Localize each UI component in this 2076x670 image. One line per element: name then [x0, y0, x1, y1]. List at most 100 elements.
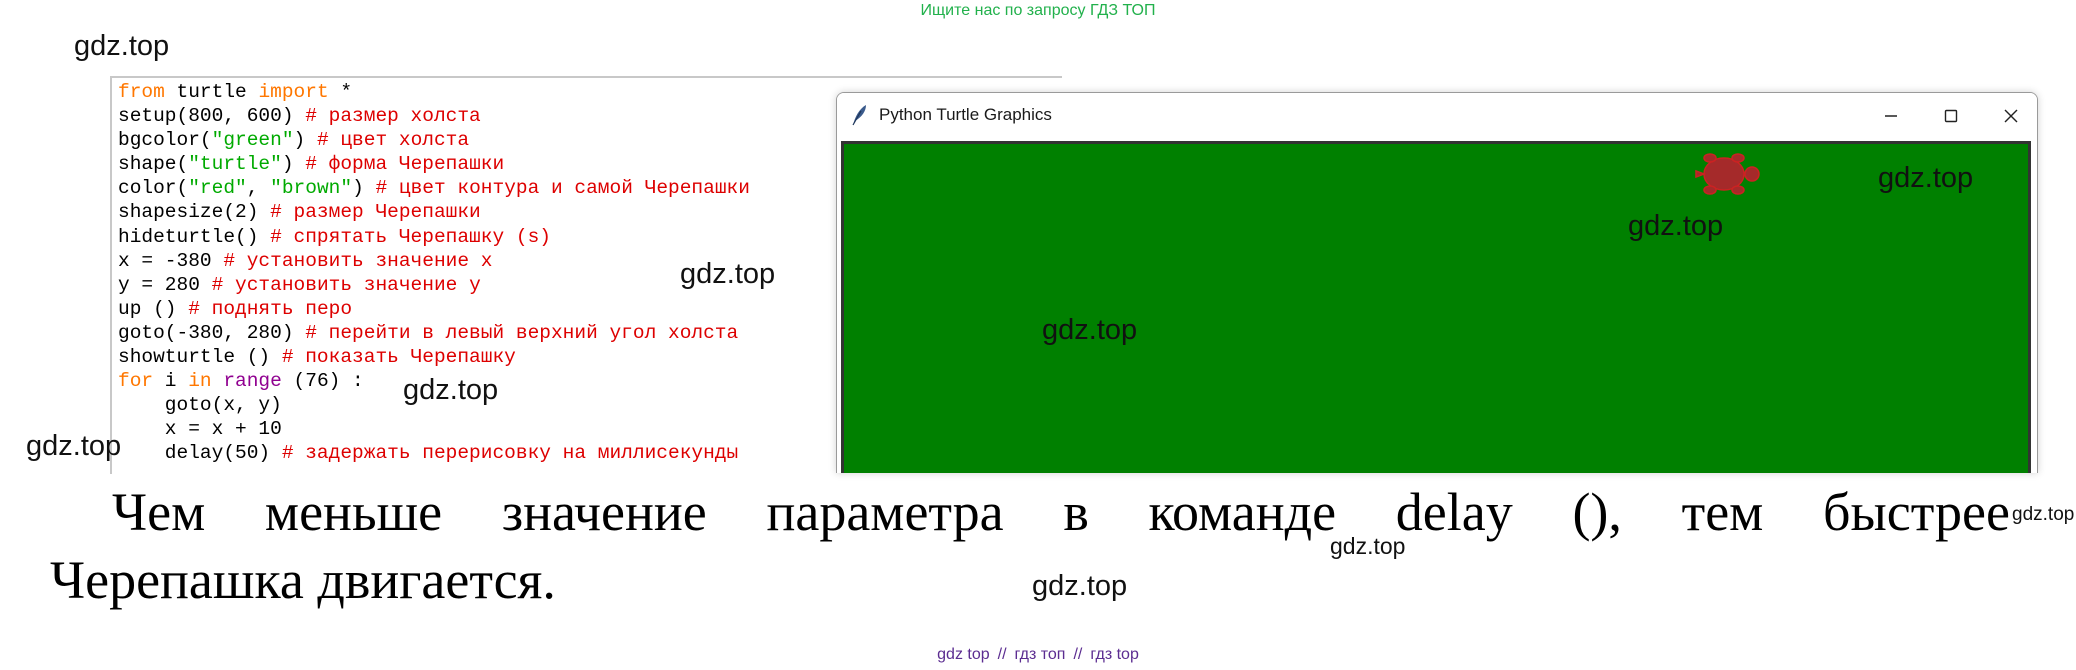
watermark: gdz.top: [1878, 162, 1974, 194]
answer-word: тем: [1681, 482, 1764, 542]
window-title: Python Turtle Graphics: [879, 105, 1052, 124]
footer-link[interactable]: гдз топ: [1015, 646, 1066, 663]
turtle-canvas[interactable]: [841, 141, 2031, 473]
code-line: setup(800, 600) # размер холста: [118, 104, 750, 128]
code-token: # цвет холста: [316, 129, 470, 152]
code-line: shapesize(2) # размер Черепашки: [118, 200, 750, 224]
code-token: goto(x, y): [118, 394, 282, 417]
code-token: # установить значение x: [223, 249, 493, 272]
close-button[interactable]: [1991, 101, 2031, 131]
code-token: x = -380: [118, 249, 224, 272]
answer-word: параметра: [766, 482, 1004, 542]
code-token: import: [258, 81, 329, 103]
code-token: in: [188, 370, 212, 393]
code-line: color("red", "brown") # цвет контура и с…: [118, 176, 750, 200]
turtle-graphics-window: Python Turtle Graphics: [836, 92, 2038, 473]
code-token: # спрятать Черепашку (s): [270, 225, 551, 248]
watermark: gdz.top: [1330, 533, 1406, 559]
code-token: shapesize(2): [118, 201, 271, 224]
watermark: gdz.top: [1032, 570, 1128, 602]
code-token: (76) :: [281, 370, 364, 393]
answer-word: (),: [1572, 482, 1622, 542]
code-line: y = 280 # установить значение y: [118, 273, 750, 297]
code-line: bgcolor("green") # цвет холста: [118, 128, 750, 152]
footer-separator: //: [1073, 646, 1083, 663]
code-token: ): [281, 153, 306, 176]
answer-word: delay: [1395, 482, 1513, 542]
code-line: up () # поднять перо: [118, 297, 750, 321]
code-token: up (): [118, 297, 189, 320]
code-token: from: [118, 81, 165, 103]
code-token: # размер холста: [305, 105, 481, 128]
maximize-icon: [1944, 109, 1958, 123]
code-token: # задержать перерисовку на миллисекунды: [281, 442, 739, 465]
code-token: ): [352, 177, 376, 200]
code-token: *: [328, 81, 353, 103]
code-token: # показать Черепашку: [281, 346, 516, 369]
answer-text: Чем меньше значение параметра в команде delay (…: [50, 478, 2010, 614]
code-token: # установить значение y: [211, 273, 481, 296]
code-token: i: [153, 370, 189, 393]
answer-word: быстрее: [1823, 482, 2010, 542]
answer-word: значение: [501, 482, 707, 542]
code-token: # размер Черепашки: [270, 201, 481, 224]
code-token: showturtle (): [118, 346, 282, 369]
code-token: "brown": [270, 177, 353, 200]
code-token: # цвет контура и самой Черепашки: [375, 177, 750, 200]
code-token: "green": [211, 129, 294, 152]
footer-link[interactable]: гдз top: [1090, 646, 1138, 663]
code-line: shape("turtle") # форма Черепашки: [118, 152, 750, 176]
code-token: for: [118, 370, 154, 393]
code-token: setup(800, 600): [118, 105, 306, 128]
code-line: showturtle () # показать Черепашку: [118, 345, 750, 369]
code-token: bgcolor(: [118, 129, 212, 152]
code-token: delay(50): [118, 442, 282, 465]
close-icon: [2004, 109, 2018, 123]
code-token: "turtle": [188, 153, 282, 176]
code-line: from turtle import *: [118, 80, 750, 104]
code-token: range: [223, 370, 282, 393]
answer-word: команде: [1148, 482, 1337, 542]
minimize-button[interactable]: [1871, 101, 1911, 131]
answer-word: Чем: [112, 482, 206, 542]
code-token: # поднять перо: [188, 297, 353, 320]
window-titlebar[interactable]: Python Turtle Graphics: [837, 93, 2037, 139]
top-banner: Ищите нас по запросу ГДЗ ТОП: [920, 2, 1156, 19]
minimize-icon: [1885, 115, 1897, 117]
code-token: ,: [246, 177, 271, 200]
code-token: goto(-380, 280): [118, 321, 306, 344]
turtle-icon: [1695, 153, 1760, 195]
watermark: gdz.top: [403, 374, 499, 406]
watermark: gdz.top: [680, 258, 776, 290]
footer-links: gdz top // гдз топ // гдз top: [0, 646, 2076, 664]
code-token: # форма Черепашки: [305, 153, 505, 176]
code-line: goto(-380, 280) # перейти в левый верхни…: [118, 321, 750, 345]
code-token: shape(: [118, 153, 189, 176]
code-line: x = x + 10: [118, 417, 750, 441]
code-token: color(: [118, 177, 189, 200]
watermark: gdz.top: [74, 30, 170, 62]
code-line: delay(50) # задержать перерисовку на мил…: [118, 441, 750, 465]
code-listing: from turtle import * setup(800, 600) # ра…: [118, 80, 750, 466]
code-token: # перейти в левый верхний угол холста: [305, 321, 739, 344]
code-token: hideturtle(): [118, 225, 271, 248]
answer-line-1: Чем меньше значение параметра в команде delay (…: [50, 478, 2010, 546]
code-token: ): [293, 129, 317, 152]
feather-icon: [852, 105, 866, 126]
answer-line-2: Черепашка двигается.: [50, 550, 556, 610]
answer-word: меньше: [264, 482, 443, 542]
watermark: gdz.top: [2012, 504, 2075, 525]
code-token: x = x + 10: [118, 418, 282, 441]
watermark: gdz.top: [1628, 210, 1724, 242]
code-line: hideturtle() # спрятать Черепашку (s): [118, 225, 750, 249]
code-token: turtle: [164, 81, 259, 103]
answer-word: в: [1063, 482, 1089, 542]
code-line: x = -380 # установить значение x: [118, 249, 750, 273]
watermark: gdz.top: [26, 430, 122, 462]
code-token: "red": [188, 177, 247, 200]
footer-separator: //: [997, 646, 1007, 663]
watermark: gdz.top: [1042, 314, 1138, 346]
footer-link[interactable]: gdz top: [937, 646, 989, 663]
maximize-button[interactable]: [1931, 101, 1971, 131]
